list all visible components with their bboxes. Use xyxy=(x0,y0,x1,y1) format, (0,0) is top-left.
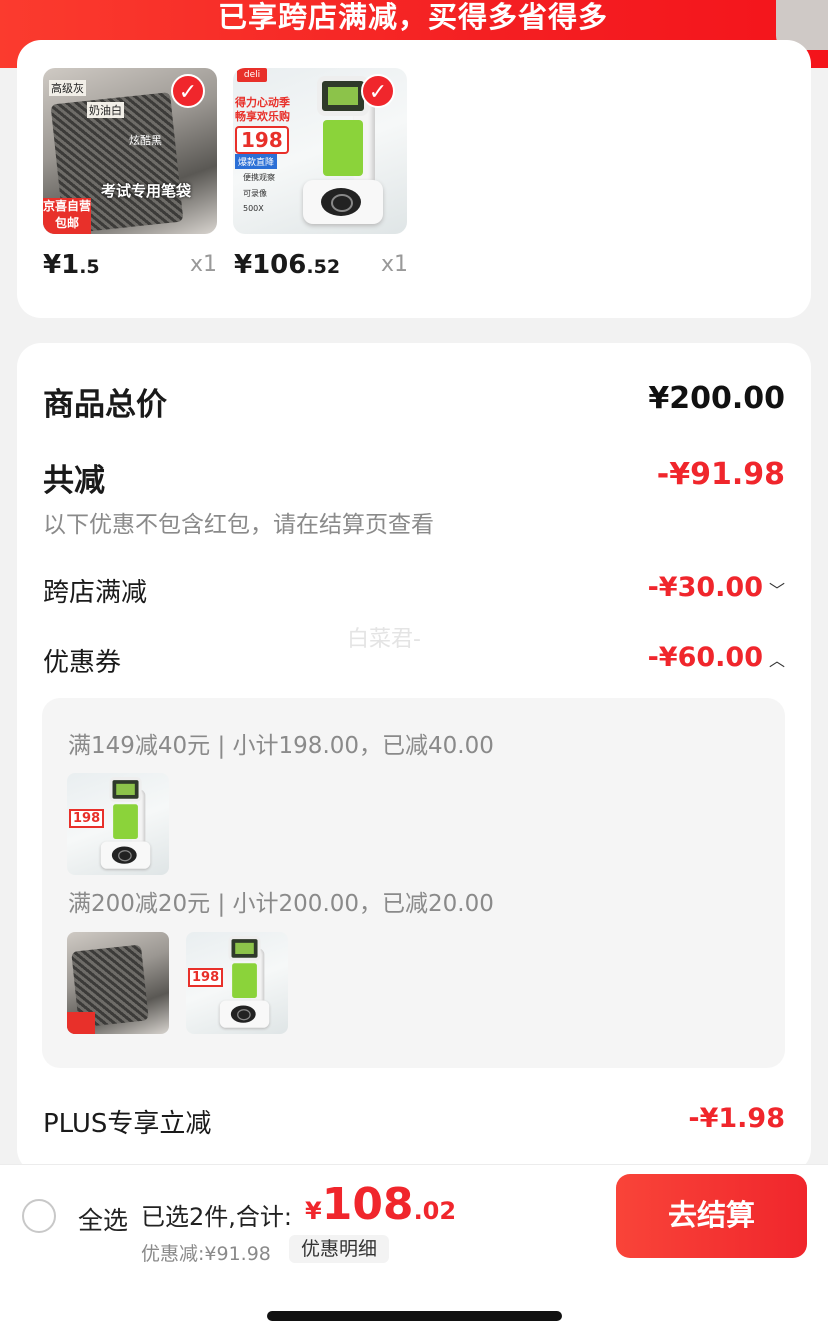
micro-price-tag: 198 xyxy=(188,968,224,987)
coupon-detail-box: 满149减40元 | 小计198.00，已减40.00 198 满200减20元… xyxy=(42,698,785,1068)
pouch-label: 奶油白 xyxy=(87,102,124,118)
cross-store-row-value[interactable]: -¥30.00 ﹀ xyxy=(648,572,785,603)
total-price: ¥108.02 xyxy=(305,1179,456,1230)
chevron-down-icon[interactable]: ﹀ xyxy=(769,577,785,601)
micro-promo: 得力心动季 畅享欢乐购 xyxy=(235,96,290,123)
checkout-button[interactable]: 去结算 xyxy=(616,1174,807,1258)
discount-detail-button[interactable]: 优惠明细 xyxy=(289,1235,390,1263)
coupon-product-thumb[interactable] xyxy=(67,932,169,1034)
cross-store-value: -¥30.00 xyxy=(647,572,763,603)
product-price: ¥106.52 xyxy=(234,250,340,280)
coupon-row-value[interactable]: -¥60.00 ︿ xyxy=(648,642,785,673)
coupon-label[interactable]: 优惠券 xyxy=(43,642,121,679)
plus-value: -¥1.98 xyxy=(688,1103,785,1134)
coupon-value: -¥60.00 xyxy=(647,642,763,673)
product-price: ¥1.5 xyxy=(43,250,100,280)
check-icon[interactable]: ✓ xyxy=(361,74,395,108)
discount-summary: 优惠减:¥91.98 xyxy=(141,1243,271,1265)
pouch-tag-line: 包邮 xyxy=(54,216,79,230)
select-all-label[interactable]: 全选 xyxy=(78,1201,128,1237)
pouch-tag: 京喜自营 包邮 xyxy=(43,198,91,234)
pouch-label: 炫酷黑 xyxy=(129,134,162,147)
reduce-value: -¥91.98 xyxy=(656,457,785,492)
total-integer: 108 xyxy=(321,1179,414,1230)
total-currency: ¥ xyxy=(305,1197,322,1225)
coupon-rule: 满200减20元 | 小计200.00，已减20.00 xyxy=(68,891,494,917)
watermark: 白菜君- xyxy=(347,627,421,652)
total-decimal: .02 xyxy=(413,1197,457,1225)
pouch-caption: 考试专用笔袋 xyxy=(101,182,192,200)
micro-feature: 500X xyxy=(243,204,264,213)
product-qty: x1 xyxy=(381,252,409,277)
home-area xyxy=(0,1264,828,1332)
check-icon[interactable]: ✓ xyxy=(171,74,205,108)
price-detail-card: 商品总价 ¥200.00 共减 -¥91.98 以下优惠不包含红包，请在结算页查… xyxy=(17,343,811,1173)
micro-price-tag: 198 xyxy=(69,809,105,828)
home-indicator[interactable] xyxy=(267,1311,562,1321)
radio-unchecked-icon[interactable] xyxy=(22,1199,56,1233)
products-card: 高级灰 奶油白 炫酷黑 考试专用笔袋 京喜自营 包邮 ✓ ¥1.5 x1 del… xyxy=(17,40,811,318)
coupon-product-thumb[interactable]: 198 xyxy=(186,932,288,1034)
checkout-bar: 全选 已选2件,合计: ¥108.02 优惠减:¥91.98 优惠明细 去结算 xyxy=(0,1164,828,1265)
price-integer: ¥106 xyxy=(234,250,307,280)
price-decimal: .52 xyxy=(306,256,341,278)
promo-banner-text: 已享跨店满减，买得多省得多 xyxy=(218,0,609,34)
total-value: ¥200.00 xyxy=(648,381,785,416)
brand-logo: deli xyxy=(237,68,267,82)
price-integer: ¥1 xyxy=(43,250,80,280)
micro-feature: 便携观察 xyxy=(243,173,275,182)
coupon-product-thumb[interactable]: 198 xyxy=(67,773,169,875)
product-qty: x1 xyxy=(190,252,218,277)
micro-price-tag: 198 xyxy=(235,126,289,154)
cross-store-label[interactable]: 跨店满减 xyxy=(43,572,147,609)
reduce-label: 共减 xyxy=(43,463,105,499)
total-label: 商品总价 xyxy=(43,387,167,423)
micro-tag: 爆款直降 xyxy=(235,154,278,169)
discount-note: 以下优惠不包含红包，请在结算页查看 xyxy=(43,512,434,538)
product-image-microscope[interactable]: deli 得力心动季 畅享欢乐购 198 爆款直降 便携观察 可录像 500X … xyxy=(233,68,407,234)
price-decimal: .5 xyxy=(79,256,100,278)
chevron-up-icon[interactable]: ︿ xyxy=(769,647,785,671)
plus-label: PLUS专享立减 xyxy=(43,1109,212,1139)
product-image-pouch[interactable]: 高级灰 奶油白 炫酷黑 考试专用笔袋 京喜自营 包邮 ✓ xyxy=(43,68,217,234)
pouch-label: 高级灰 xyxy=(49,80,86,96)
micro-feature: 可录像 xyxy=(243,189,267,198)
pouch-tag-line: 京喜自营 xyxy=(43,199,92,213)
selected-summary: 已选2件,合计: xyxy=(141,1203,292,1231)
coupon-rule: 满149减40元 | 小计198.00，已减40.00 xyxy=(68,733,494,759)
